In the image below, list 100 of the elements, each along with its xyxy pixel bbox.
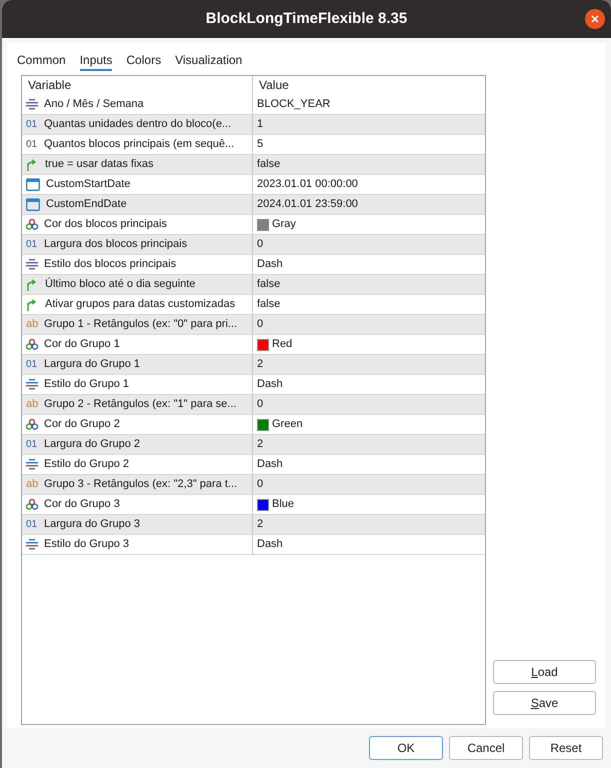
value-cell[interactable]: 2	[257, 356, 264, 373]
variable-name: Grupo 1 - Retângulos (ex: "0" para pri...	[44, 317, 238, 332]
branch-arrow-icon	[26, 298, 39, 310]
value-cell[interactable]: 1	[257, 116, 264, 133]
variable-cell[interactable]: 01 Largura do Grupo 2	[22, 435, 253, 454]
value-cell[interactable]: 0	[257, 476, 264, 493]
integer-icon: 01	[26, 120, 38, 130]
dialog-button[interactable]: Cancel	[449, 736, 523, 760]
variable-cell[interactable]: Ativar grupos para datas customizadas	[22, 295, 253, 314]
list-icon	[26, 99, 38, 110]
value-cell[interactable]: Dash	[257, 376, 283, 393]
color-circles-icon	[26, 419, 38, 430]
variable-cell[interactable]: Último bloco até o dia seguinte	[22, 275, 253, 294]
variable-cell[interactable]: 01 Largura do Grupo 1	[22, 355, 253, 374]
close-icon	[591, 15, 599, 23]
variable-name: Estilo do Grupo 1	[44, 377, 129, 392]
value-cell[interactable]: 2	[257, 436, 264, 453]
value-cell[interactable]: Gray	[272, 216, 296, 233]
variable-name: Estilo do Grupo 3	[44, 537, 129, 552]
value-cell[interactable]: Dash	[257, 456, 283, 473]
value-cell[interactable]: Red	[272, 336, 292, 353]
variable-cell[interactable]: ab Grupo 3 - Retângulos (ex: "2,3" para t...	[22, 475, 253, 494]
variable-name: Cor do Grupo 2	[44, 417, 120, 432]
variable-name: Ativar grupos para datas customizadas	[45, 297, 236, 312]
variable-cell[interactable]: Estilo dos blocos principais	[22, 255, 253, 274]
value-cell[interactable]: 2024.01.01 23:59:00	[257, 196, 358, 213]
calendar-icon	[26, 198, 40, 211]
list-icon	[26, 379, 38, 390]
text-icon: ab	[26, 479, 38, 490]
dialog-button[interactable]: OK	[369, 736, 443, 760]
variable-cell[interactable]: Estilo do Grupo 3	[22, 535, 253, 554]
list-icon	[26, 539, 38, 550]
variable-name: Grupo 2 - Retângulos (ex: "1" para se...	[44, 397, 236, 412]
variable-cell[interactable]: 01 Largura do Grupo 3	[22, 515, 253, 534]
variable-cell[interactable]: ab Grupo 1 - Retângulos (ex: "0" para pri...	[22, 315, 253, 334]
variable-cell[interactable]: CustomStartDate	[22, 175, 253, 194]
tab[interactable]: Colors	[126, 51, 162, 71]
list-icon	[26, 459, 38, 470]
variable-name: true = usar datas fixas	[45, 157, 154, 172]
value-cell[interactable]: Dash	[257, 536, 283, 553]
variable-name: Largura do Grupo 3	[44, 517, 140, 532]
variable-name: Largura dos blocos principais	[44, 237, 188, 252]
value-cell[interactable]: 5	[257, 136, 264, 153]
text-icon: ab	[26, 319, 38, 330]
value-cell[interactable]: Green	[272, 416, 303, 433]
close-button[interactable]	[585, 9, 605, 29]
variable-name: Quantos blocos principais (em sequê...	[44, 137, 234, 152]
value-cell[interactable]: 2023.01.01 00:00:00	[257, 176, 358, 193]
variable-cell[interactable]: Cor do Grupo 1	[22, 335, 253, 354]
column-header: Value	[258, 77, 290, 94]
tab[interactable]: Inputs	[80, 51, 112, 71]
value-cell[interactable]: Blue	[272, 496, 294, 513]
variable-cell[interactable]: true = usar datas fixas	[22, 155, 253, 174]
side-button[interactable]: Load	[493, 660, 596, 684]
variable-name: CustomStartDate	[46, 177, 130, 192]
color-circles-icon	[26, 339, 38, 350]
color-circles-icon	[26, 219, 38, 230]
text-icon: ab	[26, 399, 38, 410]
variable-cell[interactable]: 01 Largura dos blocos principais	[22, 235, 253, 254]
variable-name: Grupo 3 - Retângulos (ex: "2,3" para t...	[44, 477, 238, 492]
variable-cell[interactable]: Cor do Grupo 2	[22, 415, 253, 434]
variable-name: Largura do Grupo 1	[44, 357, 140, 372]
variable-cell[interactable]: ab Grupo 2 - Retângulos (ex: "1" para se...	[22, 395, 253, 414]
dialog-button[interactable]: Reset	[529, 736, 603, 760]
variable-cell[interactable]: Cor do Grupo 3	[22, 495, 253, 514]
integer-icon: 01	[26, 440, 38, 450]
variable-name: Último bloco até o dia seguinte	[45, 276, 196, 292]
side-button[interactable]: Save	[493, 691, 596, 715]
color-circles-icon	[26, 499, 38, 510]
integer-icon: 01	[26, 140, 38, 150]
variable-name: Ano / Mês / Semana	[44, 97, 144, 112]
value-cell[interactable]: false	[257, 156, 280, 173]
variable-name: Estilo dos blocos principais	[44, 257, 176, 272]
value-cell[interactable]: 0	[257, 236, 264, 253]
variable-name: CustomEndDate	[46, 197, 127, 212]
variable-cell[interactable]: CustomEndDate	[22, 195, 253, 214]
window-title: BlockLongTimeFlexible 8.35	[206, 8, 408, 29]
variable-cell[interactable]: 01 Quantos blocos principais (em sequê...	[22, 135, 253, 154]
variable-cell[interactable]: Estilo do Grupo 1	[22, 375, 253, 394]
branch-arrow-icon	[26, 158, 39, 170]
value-cell[interactable]: 2	[257, 516, 264, 533]
integer-icon: 01	[26, 240, 38, 250]
variable-cell[interactable]: Ano / Mês / Semana	[22, 95, 253, 114]
value-cell[interactable]: false	[257, 276, 280, 293]
value-cell[interactable]: false	[257, 296, 280, 313]
integer-icon: 01	[26, 360, 38, 370]
value-cell[interactable]: BLOCK_YEAR	[257, 96, 330, 113]
variable-name: Largura do Grupo 2	[44, 437, 140, 452]
value-cell[interactable]: 0	[257, 396, 264, 413]
tab[interactable]: Visualization	[175, 51, 242, 71]
value-cell[interactable]: Dash	[257, 256, 283, 273]
branch-arrow-icon	[26, 278, 39, 290]
variable-cell[interactable]: Cor dos blocos principais	[22, 215, 253, 234]
variable-cell[interactable]: 01 Quantas unidades dentro do bloco(e...	[22, 115, 253, 134]
variable-name: Cor do Grupo 3	[44, 497, 120, 512]
tab[interactable]: Common	[17, 51, 66, 71]
variable-name: Cor do Grupo 1	[44, 337, 120, 352]
variable-cell[interactable]: Estilo do Grupo 2	[22, 455, 253, 474]
value-cell[interactable]: 0	[257, 316, 264, 333]
variable-name: Cor dos blocos principais	[44, 217, 167, 232]
